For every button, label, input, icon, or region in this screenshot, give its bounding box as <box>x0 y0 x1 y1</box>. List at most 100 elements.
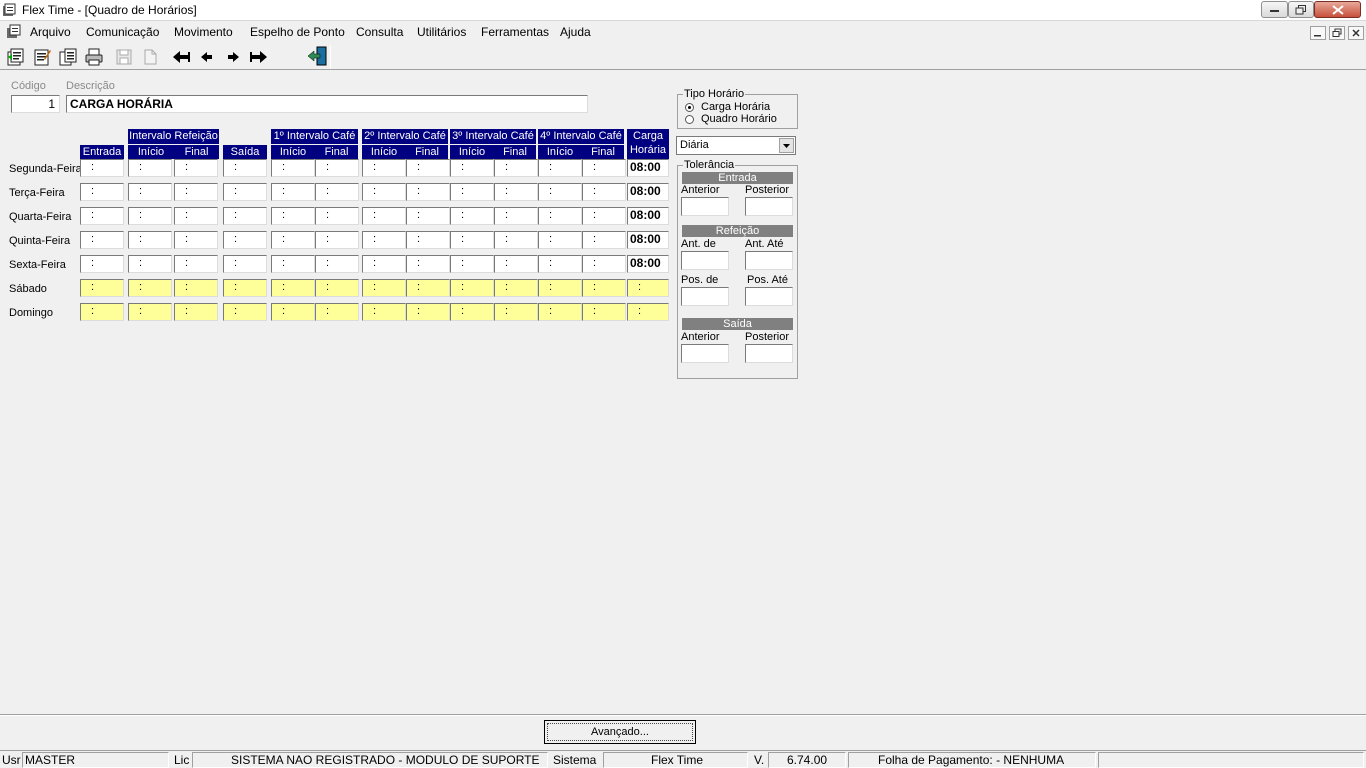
frequencia-select[interactable]: Diária <box>676 136 796 155</box>
time-field-cafe3-inicio[interactable]: : <box>450 255 494 273</box>
time-field-entrada[interactable]: : <box>80 207 124 225</box>
time-field-cafe3-final[interactable]: : <box>494 183 538 201</box>
time-field-saida[interactable]: : <box>223 279 267 297</box>
carga-horaria-field[interactable]: 08:00 <box>627 231 669 249</box>
time-field-cafe4-inicio[interactable]: : <box>538 183 582 201</box>
time-field-cafe4-inicio[interactable]: : <box>538 231 582 249</box>
menu-movimento[interactable]: Movimento <box>174 25 233 39</box>
time-field-refeicao-inicio[interactable]: : <box>128 279 172 297</box>
close-button[interactable] <box>1314 1 1361 18</box>
time-field-entrada[interactable]: : <box>80 255 124 273</box>
time-field-cafe2-final[interactable]: : <box>406 303 450 321</box>
time-field-cafe1-inicio[interactable]: : <box>271 207 315 225</box>
time-field-cafe2-final[interactable]: : <box>406 231 450 249</box>
time-field-cafe3-inicio[interactable]: : <box>450 159 494 177</box>
time-field-cafe3-final[interactable]: : <box>494 303 538 321</box>
descricao-field[interactable]: CARGA HORÁRIA <box>66 95 588 113</box>
time-field-cafe1-inicio[interactable]: : <box>271 183 315 201</box>
edit-icon[interactable] <box>32 47 52 67</box>
menu-ferramentas[interactable]: Ferramentas <box>481 25 549 39</box>
time-field-cafe3-inicio[interactable]: : <box>450 231 494 249</box>
restore-button[interactable] <box>1288 1 1314 18</box>
time-field-cafe4-final[interactable]: : <box>582 279 626 297</box>
time-field-cafe3-inicio[interactable]: : <box>450 279 494 297</box>
time-field-cafe3-final[interactable]: : <box>494 159 538 177</box>
last-record-icon[interactable] <box>249 47 269 67</box>
carga-horaria-field[interactable]: 08:00 <box>627 183 669 201</box>
time-field-saida[interactable]: : <box>223 255 267 273</box>
mdi-minimize-button[interactable] <box>1310 26 1326 40</box>
time-field-saida[interactable]: : <box>223 159 267 177</box>
time-field-cafe2-final[interactable]: : <box>406 183 450 201</box>
time-field-cafe4-final[interactable]: : <box>582 303 626 321</box>
time-field-cafe1-final[interactable]: : <box>315 183 359 201</box>
menu-ajuda[interactable]: Ajuda <box>560 25 591 39</box>
time-field-refeicao-inicio[interactable]: : <box>128 159 172 177</box>
time-field-cafe1-final[interactable]: : <box>315 279 359 297</box>
time-field-refeicao-inicio[interactable]: : <box>128 303 172 321</box>
saida-anterior-field[interactable] <box>681 344 729 363</box>
time-field-refeicao-final[interactable]: : <box>174 279 218 297</box>
time-field-saida[interactable]: : <box>223 303 267 321</box>
time-field-cafe2-inicio[interactable]: : <box>362 255 406 273</box>
time-field-cafe1-final[interactable]: : <box>315 207 359 225</box>
menu-utilitarios[interactable]: Utilitários <box>417 25 466 39</box>
exit-icon[interactable] <box>306 45 328 67</box>
menu-espelho-de-ponto[interactable]: Espelho de Ponto <box>250 25 345 39</box>
time-field-cafe2-final[interactable]: : <box>406 159 450 177</box>
time-field-cafe3-final[interactable]: : <box>494 231 538 249</box>
carga-horaria-field[interactable]: : <box>627 303 669 321</box>
time-field-cafe4-inicio[interactable]: : <box>538 303 582 321</box>
minimize-button[interactable] <box>1261 1 1288 18</box>
mdi-close-button[interactable] <box>1348 26 1364 40</box>
time-field-cafe4-inicio[interactable]: : <box>538 159 582 177</box>
time-field-refeicao-inicio[interactable]: : <box>128 231 172 249</box>
time-field-refeicao-final[interactable]: : <box>174 159 218 177</box>
document-icon[interactable] <box>6 24 21 39</box>
time-field-entrada[interactable]: : <box>80 231 124 249</box>
time-field-refeicao-final[interactable]: : <box>174 207 218 225</box>
time-field-refeicao-final[interactable]: : <box>174 255 218 273</box>
time-field-entrada[interactable]: : <box>80 183 124 201</box>
time-field-saida[interactable]: : <box>223 183 267 201</box>
refeicao-pos-de-field[interactable] <box>681 287 729 306</box>
time-field-cafe1-inicio[interactable]: : <box>271 279 315 297</box>
time-field-refeicao-inicio[interactable]: : <box>128 183 172 201</box>
next-record-icon[interactable] <box>223 47 243 67</box>
print-icon[interactable] <box>84 47 104 67</box>
save-icon[interactable] <box>114 47 134 67</box>
time-field-cafe2-inicio[interactable]: : <box>362 303 406 321</box>
time-field-cafe3-final[interactable]: : <box>494 255 538 273</box>
previous-record-icon[interactable] <box>197 47 217 67</box>
time-field-cafe2-final[interactable]: : <box>406 207 450 225</box>
carga-horaria-field[interactable]: 08:00 <box>627 159 669 177</box>
menu-comunicacao[interactable]: Comunicação <box>86 25 159 39</box>
time-field-saida[interactable]: : <box>223 231 267 249</box>
time-field-cafe1-inicio[interactable]: : <box>271 159 315 177</box>
radio-carga-horaria[interactable] <box>685 103 694 112</box>
carga-horaria-field[interactable]: : <box>627 279 669 297</box>
time-field-cafe3-inicio[interactable]: : <box>450 183 494 201</box>
time-field-cafe1-final[interactable]: : <box>315 231 359 249</box>
time-field-cafe2-inicio[interactable]: : <box>362 183 406 201</box>
radio-quadro-horario[interactable] <box>685 115 694 124</box>
entrada-anterior-field[interactable] <box>681 197 729 216</box>
mdi-restore-button[interactable] <box>1329 26 1345 40</box>
time-field-saida[interactable]: : <box>223 207 267 225</box>
time-field-cafe4-final[interactable]: : <box>582 183 626 201</box>
refeicao-pos-ate-field[interactable] <box>745 287 793 306</box>
refeicao-ant-ate-field[interactable] <box>745 251 793 270</box>
time-field-cafe1-inicio[interactable]: : <box>271 255 315 273</box>
menu-consulta[interactable]: Consulta <box>356 25 403 39</box>
codigo-field[interactable]: 1 <box>11 95 60 113</box>
time-field-entrada[interactable]: : <box>80 159 124 177</box>
time-field-cafe4-final[interactable]: : <box>582 231 626 249</box>
entrada-posterior-field[interactable] <box>745 197 793 216</box>
time-field-cafe3-final[interactable]: : <box>494 279 538 297</box>
time-field-refeicao-final[interactable]: : <box>174 183 218 201</box>
time-field-cafe2-inicio[interactable]: : <box>362 159 406 177</box>
new-icon[interactable] <box>6 47 26 67</box>
time-field-cafe4-final[interactable]: : <box>582 255 626 273</box>
time-field-cafe2-inicio[interactable]: : <box>362 207 406 225</box>
copy-icon[interactable] <box>58 47 78 67</box>
